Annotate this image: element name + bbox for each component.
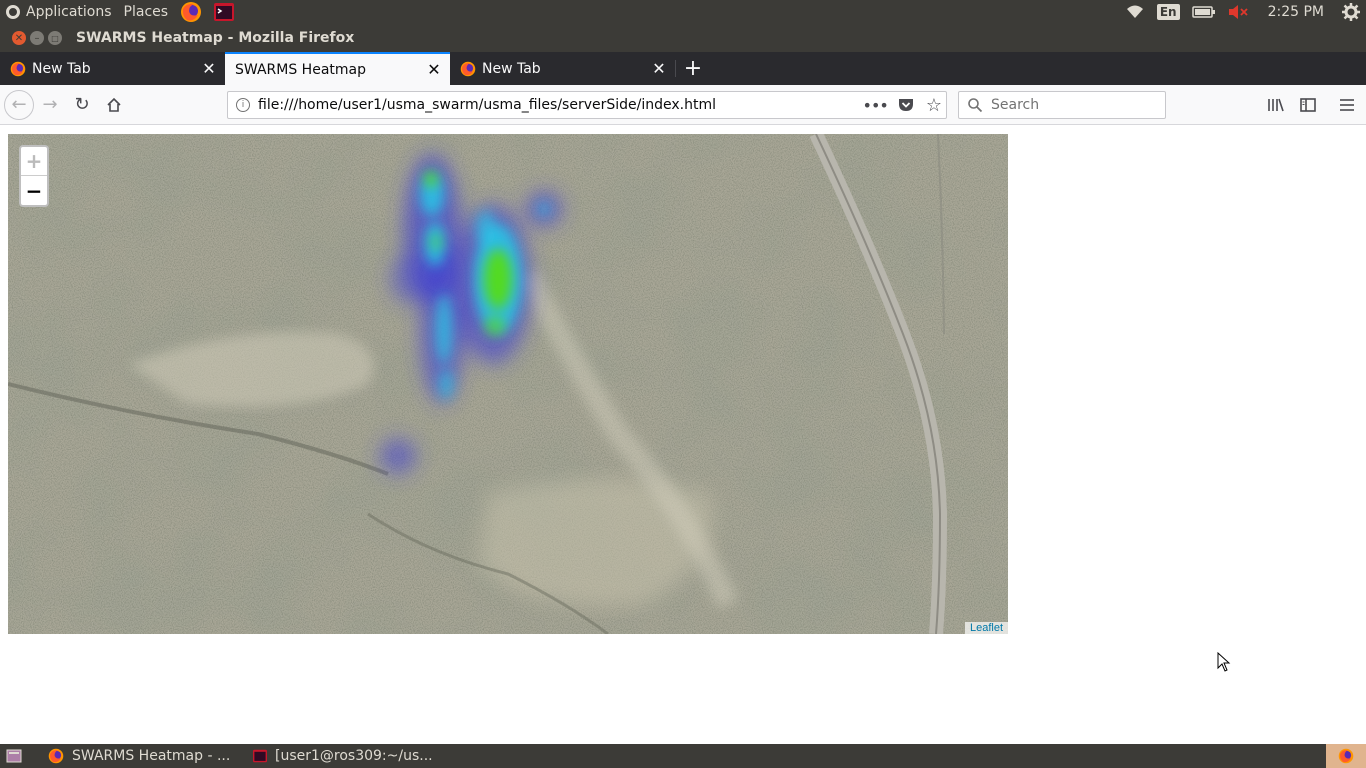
window-close-button[interactable]: ✕ xyxy=(12,31,26,45)
battery-indicator[interactable] xyxy=(1186,0,1222,24)
keyboard-layout-indicator[interactable]: En xyxy=(1151,0,1186,24)
top-panel: Applications Places En 2:25 PM xyxy=(0,0,1366,24)
sidebar-icon xyxy=(1300,98,1316,112)
places-menu[interactable]: Places xyxy=(118,0,175,24)
back-button[interactable]: ← xyxy=(4,89,34,120)
page-actions-icon[interactable]: ••• xyxy=(863,96,889,115)
gear-icon xyxy=(1342,3,1360,21)
keyboard-layout-label: En xyxy=(1156,4,1180,20)
firefox-favicon-icon xyxy=(10,61,26,76)
arrow-left-icon: ← xyxy=(11,94,27,115)
tab-strip: New Tab ✕ SWARMS Heatmap ✕ New Tab ✕ + xyxy=(0,52,1366,85)
taskbar-item-label: [user1@ros309:~/us... xyxy=(275,748,433,764)
pocket-icon[interactable] xyxy=(898,97,914,113)
firefox-icon xyxy=(48,748,64,764)
wifi-indicator[interactable] xyxy=(1119,0,1151,24)
terminal-icon xyxy=(214,3,235,21)
forward-button[interactable]: → xyxy=(34,89,66,121)
zoom-out-button[interactable]: − xyxy=(21,176,47,205)
leaflet-attribution-link[interactable]: Leaflet xyxy=(964,622,1008,634)
info-icon[interactable]: i xyxy=(236,98,250,112)
zoom-control: + − xyxy=(19,145,49,207)
url-bar[interactable]: i file:///home/user1/usma_swarm/usma_fil… xyxy=(227,91,947,119)
new-tab-button[interactable]: + xyxy=(676,52,710,85)
heatmap-map[interactable]: + − Leaflet xyxy=(8,134,1008,634)
window-titlebar[interactable]: ✕ – □ SWARMS Heatmap - Mozilla Firefox xyxy=(0,24,1366,52)
firefox-launcher[interactable] xyxy=(174,0,208,24)
arrow-right-icon: → xyxy=(42,94,58,115)
reload-button[interactable]: ↻ xyxy=(66,89,98,121)
tab-new-tab-1[interactable]: New Tab ✕ xyxy=(0,52,225,85)
terminal-icon xyxy=(253,749,267,763)
tab-close-icon[interactable]: ✕ xyxy=(426,60,442,79)
tab-close-icon[interactable]: ✕ xyxy=(651,59,667,78)
bookmark-star-icon[interactable]: ☆ xyxy=(926,95,942,116)
firefox-icon xyxy=(1338,748,1354,764)
library-button[interactable] xyxy=(1260,89,1292,121)
window-maximize-button[interactable]: □ xyxy=(48,31,62,45)
window-minimize-button[interactable]: – xyxy=(30,31,44,45)
mouse-cursor-icon xyxy=(1217,652,1231,672)
firefox-favicon-icon xyxy=(460,61,476,76)
speaker-muted-icon xyxy=(1228,5,1248,19)
ubuntu-logo-icon xyxy=(6,5,20,19)
battery-icon xyxy=(1191,6,1215,18)
menu-button[interactable] xyxy=(1331,89,1363,121)
window-title: SWARMS Heatmap - Mozilla Firefox xyxy=(76,30,355,46)
system-menu[interactable] xyxy=(1336,0,1366,24)
hamburger-icon xyxy=(1340,99,1354,111)
search-icon xyxy=(968,98,983,113)
maximize-icon: □ xyxy=(51,33,59,43)
search-bar[interactable]: Search xyxy=(958,91,1166,119)
url-text[interactable]: file:///home/user1/usma_swarm/usma_files… xyxy=(258,97,863,113)
tab-new-tab-2[interactable]: New Tab ✕ xyxy=(450,52,675,85)
sidebar-button[interactable] xyxy=(1292,89,1324,121)
workspace-switcher[interactable] xyxy=(1326,744,1366,768)
sound-indicator[interactable] xyxy=(1222,0,1256,24)
zoom-in-button[interactable]: + xyxy=(21,147,47,176)
tab-label: New Tab xyxy=(482,60,541,77)
satellite-imagery xyxy=(8,134,1008,634)
wifi-icon xyxy=(1126,5,1143,18)
reload-icon: ↻ xyxy=(74,94,90,115)
show-desktop-button[interactable] xyxy=(0,744,40,768)
home-icon xyxy=(107,97,121,112)
minimize-icon: – xyxy=(34,32,40,44)
navigation-toolbar: ← → ↻ i file:///home/user1/usma_swarm/us… xyxy=(0,85,1366,125)
terminal-launcher[interactable] xyxy=(208,0,240,24)
places-label: Places xyxy=(123,4,169,20)
applications-menu[interactable]: Applications xyxy=(0,0,118,24)
plus-icon: + xyxy=(683,56,703,81)
taskbar-item-label: SWARMS Heatmap - ... xyxy=(72,748,231,764)
taskbar-item-firefox[interactable]: SWARMS Heatmap - ... xyxy=(40,744,245,768)
home-button[interactable] xyxy=(98,89,130,121)
tab-label: New Tab xyxy=(32,60,91,77)
bottom-taskbar: SWARMS Heatmap - ... [user1@ros309:~/us.… xyxy=(0,744,1366,768)
firefox-icon xyxy=(181,2,202,22)
search-placeholder[interactable]: Search xyxy=(991,97,1039,113)
tab-label: SWARMS Heatmap xyxy=(235,61,366,78)
tab-swarms-heatmap[interactable]: SWARMS Heatmap ✕ xyxy=(225,52,450,85)
taskbar-item-terminal[interactable]: [user1@ros309:~/us... xyxy=(245,744,450,768)
desktop-icon xyxy=(6,749,22,763)
clock-label: 2:25 PM xyxy=(1267,4,1324,20)
applications-label: Applications xyxy=(26,4,112,20)
close-icon: ✕ xyxy=(14,32,24,44)
page-content: + − Leaflet xyxy=(0,126,1366,744)
library-icon xyxy=(1268,98,1284,112)
clock[interactable]: 2:25 PM xyxy=(1256,0,1336,24)
tab-close-icon[interactable]: ✕ xyxy=(201,59,217,78)
